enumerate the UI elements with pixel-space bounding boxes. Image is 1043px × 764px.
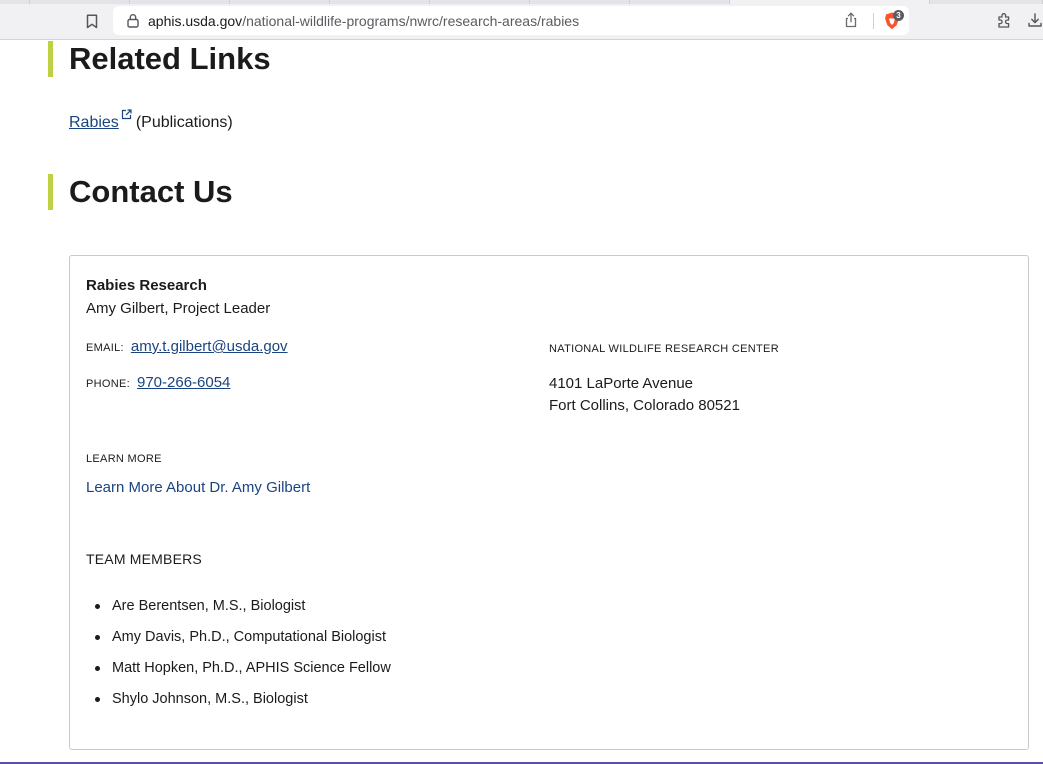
page-content: Related Links Rabies (Publications) Conta… — [0, 41, 1043, 764]
tab-active[interactable] — [730, 0, 930, 4]
url-text[interactable]: aphis.usda.gov/national-wildlife-program… — [148, 13, 579, 29]
project-leader: Amy Gilbert, Project Leader — [86, 300, 271, 317]
shields-count-badge: 3 — [893, 10, 904, 21]
lock-icon[interactable] — [126, 13, 140, 29]
team-member-item: Amy Davis, Ph.D., Computational Biologis… — [95, 627, 391, 658]
team-member-item: Shylo Johnson, M.S., Biologist — [95, 689, 391, 720]
email-link[interactable]: amy.t.gilbert@usda.gov — [131, 338, 288, 355]
phone-label: PHONE: — [86, 378, 130, 390]
tab[interactable] — [230, 0, 330, 4]
team-member-item: Matt Hopken, Ph.D., APHIS Science Fellow — [95, 658, 391, 689]
email-label: EMAIL: — [86, 342, 124, 354]
team-member-item: Are Berentsen, M.S., Biologist — [95, 596, 391, 627]
team-members-label: TEAM MEMBERS — [86, 551, 202, 567]
related-links-heading: Related Links — [48, 41, 271, 77]
tab[interactable] — [130, 0, 230, 4]
tab[interactable] — [330, 0, 430, 4]
address-bar[interactable]: aphis.usda.gov/national-wildlife-program… — [113, 6, 909, 35]
phone-row: PHONE: 970-266-6054 — [86, 374, 230, 391]
url-path: /national-wildlife-programs/nwrc/researc… — [242, 12, 580, 29]
organization-name: NATIONAL WILDLIFE RESEARCH CENTER — [549, 343, 779, 355]
rabies-publications-link[interactable]: Rabies — [69, 114, 119, 131]
external-link-icon — [121, 106, 132, 120]
team-members-list: Are Berentsen, M.S., Biologist Amy Davis… — [95, 596, 391, 720]
tab[interactable] — [630, 0, 730, 4]
bookmark-icon[interactable] — [84, 12, 100, 30]
related-link-suffix: (Publications) — [135, 114, 233, 131]
tab[interactable] — [930, 0, 1043, 4]
learn-more-label: LEARN MORE — [86, 453, 162, 465]
contact-us-heading: Contact Us — [48, 174, 233, 210]
contact-card-title: Rabies Research — [86, 277, 207, 294]
tab[interactable] — [30, 0, 130, 4]
browser-toolbar: aphis.usda.gov/national-wildlife-program… — [0, 0, 1043, 40]
tab[interactable] — [430, 0, 530, 4]
tab[interactable] — [530, 0, 630, 4]
share-icon[interactable] — [844, 12, 860, 30]
learn-more-link[interactable]: Learn More About Dr. Amy Gilbert — [86, 479, 310, 496]
download-icon[interactable] — [1027, 12, 1043, 30]
email-row: EMAIL: amy.t.gilbert@usda.gov — [86, 338, 288, 355]
url-host: aphis.usda.gov — [148, 12, 243, 29]
phone-link[interactable]: 970-266-6054 — [137, 374, 230, 391]
address-line-2: Fort Collins, Colorado 80521 — [549, 397, 740, 414]
tab-strip — [0, 0, 1043, 4]
related-links-list: Rabies (Publications) — [69, 106, 233, 133]
address-bar-divider — [873, 13, 874, 29]
contact-card: Rabies Research Amy Gilbert, Project Lea… — [69, 255, 1029, 750]
extensions-icon[interactable] — [996, 12, 1014, 30]
address-line-1: 4101 LaPorte Avenue — [549, 375, 694, 392]
tab[interactable] — [0, 0, 30, 4]
